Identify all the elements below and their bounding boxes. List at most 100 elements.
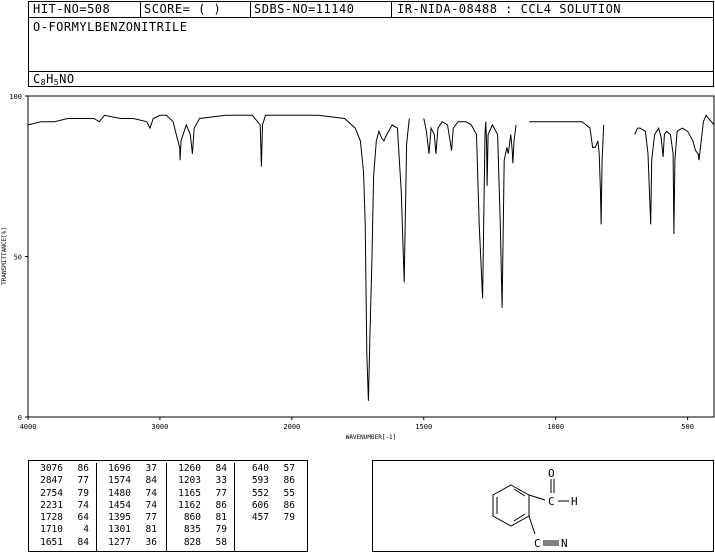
x-tick-label: 500 bbox=[681, 423, 694, 431]
peak-wavenumber: 1395 bbox=[108, 512, 131, 524]
spectrum-line-segment bbox=[529, 121, 605, 225]
peak-transmittance: 79 bbox=[77, 487, 89, 499]
atom-o: O bbox=[548, 467, 555, 480]
peak-row: 457 79 bbox=[235, 512, 307, 524]
peak-row: 2754 79 bbox=[29, 488, 96, 500]
peak-wavenumber: 1651 bbox=[40, 536, 63, 548]
peak-wavenumber: 1480 bbox=[108, 487, 131, 499]
peak-transmittance: 77 bbox=[215, 487, 227, 499]
peak-row: 640 57 bbox=[235, 463, 307, 475]
peak-wavenumber: 3076 bbox=[40, 463, 63, 474]
peak-row: 1301 81 bbox=[97, 524, 166, 536]
peak-transmittance: 74 bbox=[145, 487, 157, 499]
spectrum-line-segment bbox=[634, 114, 715, 235]
peak-transmittance: 84 bbox=[145, 475, 157, 487]
peak-wavenumber: 457 bbox=[251, 512, 269, 524]
peak-transmittance: 64 bbox=[77, 512, 89, 524]
y-tick-label: 100 bbox=[9, 93, 22, 101]
peak-transmittance: 74 bbox=[77, 499, 89, 511]
peak-column: 1260 84 1203 33 1165 77 1162 86 860 81 835 79 828 58 bbox=[167, 463, 235, 551]
peak-transmittance: 33 bbox=[215, 475, 227, 487]
peak-row: 1480 74 bbox=[97, 488, 166, 500]
peak-wavenumber: 1203 bbox=[178, 475, 201, 487]
spectrum-line-segment bbox=[27, 114, 410, 401]
y-tick-label: 50 bbox=[14, 254, 22, 262]
peak-row: 1651 84 bbox=[29, 537, 96, 549]
peak-row: 1165 77 bbox=[167, 488, 234, 500]
peak-row: 1260 84 bbox=[167, 463, 234, 475]
peak-transmittance: 79 bbox=[283, 512, 295, 524]
peak-transmittance: 86 bbox=[283, 499, 295, 511]
benzene-ring bbox=[492, 484, 530, 527]
peak-transmittance: 81 bbox=[145, 524, 157, 536]
peak-wavenumber: 1454 bbox=[108, 499, 131, 511]
spectrum-line-segment bbox=[423, 118, 517, 308]
peak-transmittance: 57 bbox=[283, 463, 295, 474]
peak-row: 828 58 bbox=[167, 537, 234, 549]
y-tick-label: 0 bbox=[18, 414, 22, 422]
peak-transmittance: 74 bbox=[145, 499, 157, 511]
peak-transmittance: 84 bbox=[215, 463, 227, 474]
peak-wavenumber: 2231 bbox=[40, 499, 63, 511]
peak-row: 552 55 bbox=[235, 488, 307, 500]
molecule-structure: O C H C N bbox=[492, 467, 578, 550]
x-tick-label: 1000 bbox=[547, 423, 564, 431]
peak-row: 593 86 bbox=[235, 475, 307, 487]
peak-transmittance: 86 bbox=[77, 463, 89, 474]
peak-wavenumber: 860 bbox=[183, 512, 201, 524]
ir-spectrum-chart: 0 50 100 4000 3000 2000 1500 1000 500 WAVENUMBE… bbox=[1, 93, 715, 441]
atom-h: H bbox=[571, 495, 578, 508]
x-tick-label: 1500 bbox=[415, 423, 432, 431]
peak-transmittance: 36 bbox=[145, 536, 157, 548]
x-tick-label: 3000 bbox=[151, 423, 168, 431]
peak-row: 835 79 bbox=[167, 524, 234, 536]
peak-wavenumber: 1728 bbox=[40, 512, 63, 524]
peak-wavenumber: 2754 bbox=[40, 487, 63, 499]
peak-column: 640 57 593 86 552 55 606 86 457 79 bbox=[235, 463, 307, 551]
bond-nitrile bbox=[528, 515, 536, 535]
peak-row: 1395 77 bbox=[97, 512, 166, 524]
peak-transmittance: 77 bbox=[77, 475, 89, 487]
peak-wavenumber: 1710 bbox=[40, 524, 63, 536]
peak-row: 606 86 bbox=[235, 500, 307, 512]
peak-row: 1203 33 bbox=[167, 475, 234, 487]
peak-table: 3076 86 2847 77 2754 79 2231 74 1728 64 1710 4 1651 8… bbox=[28, 460, 308, 552]
peak-transmittance: 86 bbox=[283, 475, 295, 487]
peak-wavenumber: 1162 bbox=[178, 499, 201, 511]
y-axis-label: TRANSMITTANCE[%] bbox=[1, 227, 8, 285]
peak-row: 1728 64 bbox=[29, 512, 96, 524]
peak-transmittance: 84 bbox=[77, 536, 89, 548]
peak-row: 1454 74 bbox=[97, 500, 166, 512]
peak-transmittance: 81 bbox=[215, 512, 227, 524]
y-axis: 0 50 100 bbox=[9, 93, 28, 422]
peak-row: 2231 74 bbox=[29, 500, 96, 512]
x-axis: 4000 3000 2000 1500 1000 500 bbox=[20, 417, 694, 431]
peak-transmittance: 86 bbox=[215, 499, 227, 511]
peak-row: 1162 86 bbox=[167, 500, 234, 512]
peak-wavenumber: 640 bbox=[251, 463, 269, 474]
atom-c-aldehyde: C bbox=[548, 495, 555, 508]
peak-column: 1696 37 1574 84 1480 74 1454 74 1395 77 1301 81 1277… bbox=[97, 463, 167, 551]
peak-row: 1710 4 bbox=[29, 524, 96, 536]
peak-transmittance: 79 bbox=[215, 524, 227, 536]
peak-transmittance: 55 bbox=[283, 487, 295, 499]
peak-wavenumber: 1260 bbox=[178, 463, 201, 474]
peak-wavenumber: 835 bbox=[183, 524, 201, 536]
peak-transmittance: 37 bbox=[145, 463, 157, 474]
spectrum-trace bbox=[27, 114, 715, 401]
peak-wavenumber: 828 bbox=[183, 536, 201, 548]
peak-wavenumber: 1696 bbox=[108, 463, 131, 474]
peak-wavenumber: 1277 bbox=[108, 536, 131, 548]
x-axis-label: WAVENUMBER[-1] bbox=[346, 434, 397, 441]
peak-row: 1277 36 bbox=[97, 537, 166, 549]
peak-wavenumber: 2847 bbox=[40, 475, 63, 487]
peak-wavenumber: 1574 bbox=[108, 475, 131, 487]
peak-row: 1696 37 bbox=[97, 463, 166, 475]
atom-n: N bbox=[561, 537, 568, 550]
peak-transmittance: 77 bbox=[145, 512, 157, 524]
peak-row: 3076 86 bbox=[29, 463, 96, 475]
peak-transmittance: 4 bbox=[83, 524, 89, 536]
peak-row: 1574 84 bbox=[97, 475, 166, 487]
peak-wavenumber: 552 bbox=[251, 487, 269, 499]
atom-c-nitrile: C bbox=[534, 537, 541, 550]
